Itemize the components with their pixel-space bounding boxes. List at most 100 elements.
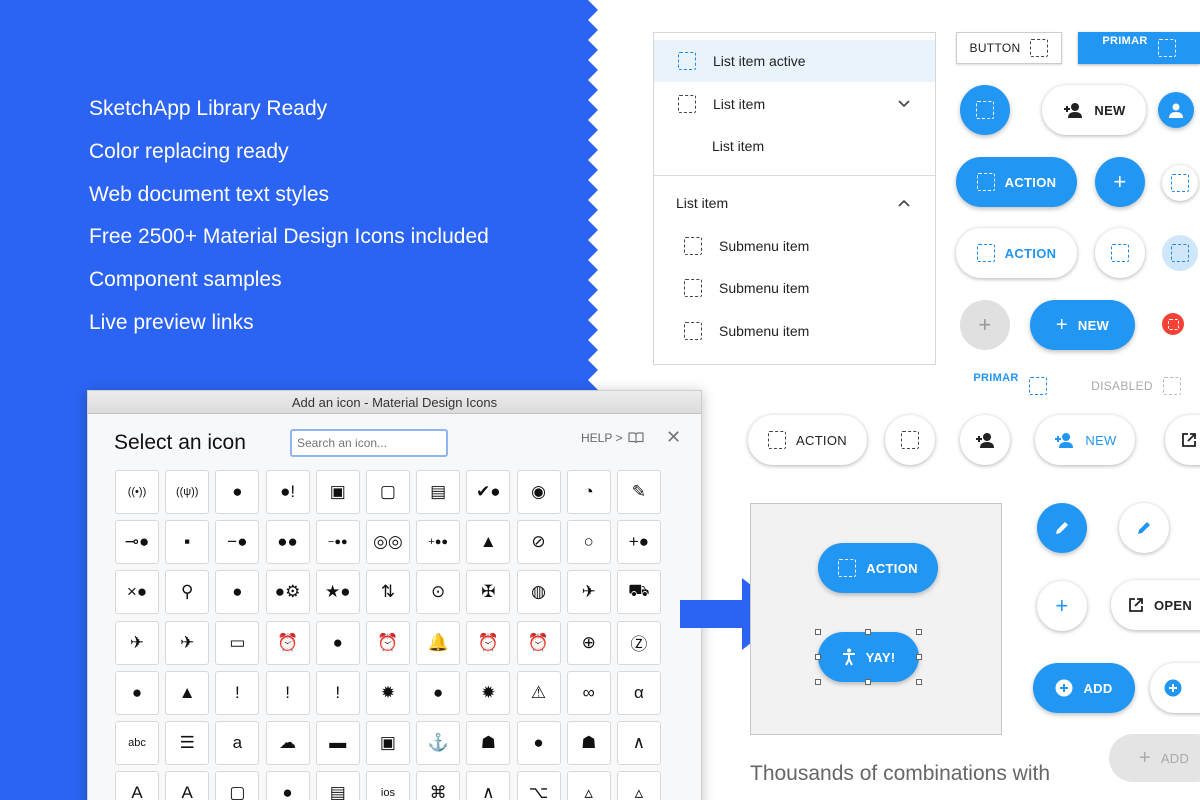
icon-cell[interactable]: A — [165, 771, 210, 800]
new-user-button[interactable]: NEW — [1042, 85, 1146, 135]
list-item[interactable]: List item — [654, 125, 935, 167]
icon-search-input[interactable] — [290, 429, 448, 457]
icon-cell[interactable]: ●⚙ — [265, 570, 310, 615]
error-indicator[interactable] — [1162, 313, 1184, 335]
icon-cell[interactable]: ☁ — [265, 720, 310, 765]
icon-cell[interactable]: ∧ — [616, 720, 661, 765]
icon-cell[interactable]: ● — [265, 771, 310, 800]
new-user-outline-button[interactable]: NEW — [1035, 415, 1135, 465]
icon-cell[interactable]: ★● — [315, 570, 360, 615]
icon-cell[interactable]: ! — [315, 670, 360, 715]
resize-handle[interactable] — [865, 679, 871, 685]
icon-cell[interactable]: ⊘ — [516, 520, 561, 565]
icon-cell[interactable]: ▤ — [315, 771, 360, 800]
icon-cell[interactable]: ○ — [566, 520, 611, 565]
icon-cell[interactable]: α — [616, 670, 661, 715]
icon-cell[interactable]: ⏰ — [265, 620, 310, 665]
action-button[interactable]: ACTION — [956, 157, 1077, 207]
resize-handle[interactable] — [815, 679, 821, 685]
icon-cell[interactable]: ● — [315, 620, 360, 665]
flat-button[interactable]: BUTTON — [956, 32, 1062, 64]
icon-cell[interactable]: ⌥ — [516, 771, 561, 800]
resize-handle[interactable] — [916, 654, 922, 660]
icon-cell[interactable]: ▭ — [215, 620, 260, 665]
edit-fab[interactable] — [1037, 503, 1087, 553]
icon-cell[interactable]: ⇅ — [365, 570, 410, 615]
icon-cell[interactable]: ⌘ — [416, 771, 461, 800]
primary-button[interactable]: PRIMAR — [1078, 32, 1200, 64]
add-disabled-button[interactable]: + ADD — [1109, 734, 1200, 782]
icon-cell[interactable]: ✔● — [466, 470, 511, 514]
resize-handle[interactable] — [865, 629, 871, 635]
icon-cell[interactable]: ▵ — [616, 771, 661, 800]
add-fab[interactable]: + — [1095, 157, 1145, 207]
icon-cell[interactable]: A — [115, 771, 159, 800]
icon-cell[interactable]: ⛟ — [616, 570, 661, 615]
icon-cell[interactable]: ● — [516, 720, 561, 765]
icon-cell[interactable]: ⚓ — [416, 720, 461, 765]
icon-cell[interactable]: abc — [115, 720, 159, 765]
icon-cell[interactable]: ∞ — [566, 670, 611, 715]
help-link[interactable]: HELP > — [581, 431, 645, 445]
mini-fab-placeholder[interactable] — [1162, 165, 1198, 201]
icon-cell[interactable]: ▪ — [165, 520, 210, 565]
canvas-action-button[interactable]: ACTION — [818, 543, 938, 593]
icon-cell[interactable]: ⚲ — [165, 570, 210, 615]
icon-cell[interactable]: ((ψ)) — [165, 470, 210, 514]
icon-cell[interactable]: ◍ — [516, 570, 561, 615]
disabled-fab[interactable]: + — [960, 300, 1010, 350]
submenu-item[interactable]: Submenu item — [654, 225, 935, 267]
resize-handle[interactable] — [815, 629, 821, 635]
icon-cell[interactable]: ⊕ — [566, 620, 611, 665]
icon-cell[interactable]: ▤ — [416, 470, 461, 514]
icon-cell[interactable]: ✈ — [566, 570, 611, 615]
icon-cell[interactable]: ⏰ — [365, 620, 410, 665]
icon-cell[interactable]: ● — [115, 670, 159, 715]
action-outline-button[interactable]: ACTION — [748, 415, 867, 465]
icon-cell[interactable]: ✎ — [616, 470, 661, 514]
edit-outline-fab[interactable] — [1119, 503, 1169, 553]
close-icon[interactable]: ✕ — [666, 427, 681, 448]
icon-cell[interactable]: ●! — [265, 470, 310, 514]
add-button[interactable]: ADD — [1033, 663, 1135, 713]
icon-cell[interactable]: ⏰ — [466, 620, 511, 665]
icon-cell[interactable]: ☗ — [566, 720, 611, 765]
icon-cell[interactable]: ✈ — [115, 620, 159, 665]
icon-cell[interactable]: ●● — [265, 520, 310, 565]
icon-cell[interactable]: ☰ — [165, 720, 210, 765]
icon-cell[interactable]: −● — [215, 520, 260, 565]
icon-cell[interactable]: ! — [215, 670, 260, 715]
icon-cell[interactable]: ▢ — [365, 470, 410, 514]
list-section-header[interactable]: List item — [654, 182, 935, 224]
icon-cell[interactable]: ✈ — [165, 620, 210, 665]
canvas-yay-button[interactable]: YAY! — [818, 632, 919, 682]
add-user-fab[interactable] — [960, 415, 1010, 465]
disabled-button[interactable]: DISABLED — [1090, 374, 1182, 398]
icon-cell[interactable]: ▵ — [566, 771, 611, 800]
icon-cell[interactable]: ⚠ — [516, 670, 561, 715]
icon-cell[interactable]: ◔ — [566, 470, 611, 514]
icon-cell[interactable]: ((•)) — [115, 470, 159, 514]
icon-cell[interactable]: ▬ — [315, 720, 360, 765]
icon-cell[interactable]: ▣ — [365, 720, 410, 765]
icon-cell[interactable]: ● — [215, 470, 260, 514]
icon-cell[interactable]: ◎◎ — [365, 520, 410, 565]
resize-handle[interactable] — [916, 679, 922, 685]
resize-handle[interactable] — [815, 654, 821, 660]
icon-fab-placeholder[interactable] — [885, 415, 935, 465]
icon-cell[interactable]: ×● — [115, 570, 159, 615]
icon-cell[interactable]: Ⓩ — [616, 620, 661, 665]
fab-placeholder[interactable] — [960, 85, 1010, 135]
submenu-item[interactable]: Submenu item — [654, 310, 935, 352]
icon-cell[interactable]: ▢ — [215, 771, 260, 800]
icon-cell[interactable]: ▲ — [466, 520, 511, 565]
icon-cell[interactable]: ∧ — [466, 771, 511, 800]
icon-cell[interactable]: ● — [215, 570, 260, 615]
icon-cell[interactable]: ▲ — [165, 670, 210, 715]
list-item-active[interactable]: List item active — [654, 40, 935, 82]
icon-cell[interactable]: −●● — [315, 520, 360, 565]
add-outline-button[interactable] — [1150, 663, 1200, 713]
action-outline-button[interactable]: ACTION — [956, 228, 1077, 278]
icon-cell[interactable]: +● — [616, 520, 661, 565]
icon-cell[interactable]: ▣ — [315, 470, 360, 514]
